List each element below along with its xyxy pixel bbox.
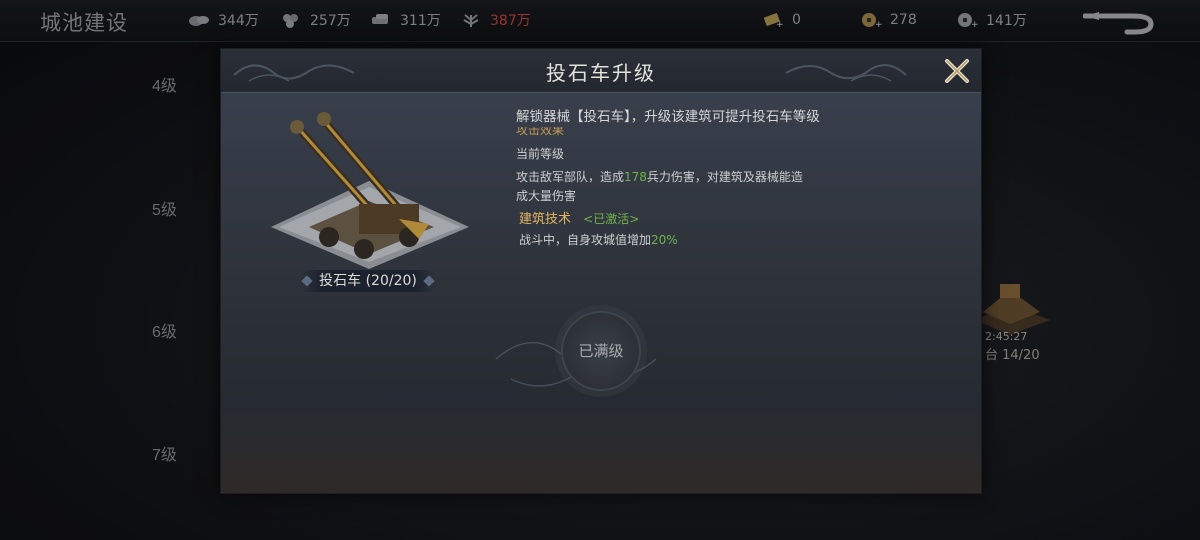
dialog-header: 投石车升级	[221, 49, 981, 93]
building-level-plate: 投石车 (20/20)	[301, 270, 435, 292]
catapult-image	[271, 112, 469, 269]
dialog-title: 投石车升级	[546, 61, 656, 85]
damage-value: 178	[624, 170, 647, 184]
effect-text: 兵力伤害，对建筑及器械能造	[646, 170, 803, 184]
effect-text: 攻击敌军部队，造成	[516, 170, 625, 184]
tech-row: 建筑技术 <已激活>	[516, 208, 936, 231]
tech-status-badge: <已激活>	[583, 212, 640, 226]
tech-text: 战斗中，自身攻城值增加	[519, 233, 652, 247]
current-level-label: 当前等级	[516, 147, 565, 161]
tech-title: 建筑技术	[519, 212, 572, 227]
close-icon[interactable]	[943, 57, 971, 85]
upgrade-dialog: 投石车升级 投石车 (20/20) 解锁器械【投石车】，升级该建筑可提升投石车等…	[220, 48, 982, 494]
max-level-button[interactable]: 已满级	[561, 311, 641, 391]
intro-text: 解锁器械【投石车】，升级该建筑可提升投石车等级	[516, 109, 820, 125]
effect-heading-text: 攻击效果	[516, 127, 565, 137]
effect-text: 成大量伤害	[516, 189, 577, 203]
tech-value: 20%	[651, 233, 678, 247]
description-panel: 解锁器械【投石车】，升级该建筑可提升投石车等级 攻击效果 当前等级 攻击敌军部队…	[516, 107, 936, 250]
tech-description: 战斗中，自身攻城值增加20%	[519, 231, 936, 250]
effect-description: 攻击敌军部队，造成178兵力伤害，对建筑及器械能造 成大量伤害	[516, 168, 936, 206]
effect-heading: 攻击效果	[516, 127, 936, 137]
